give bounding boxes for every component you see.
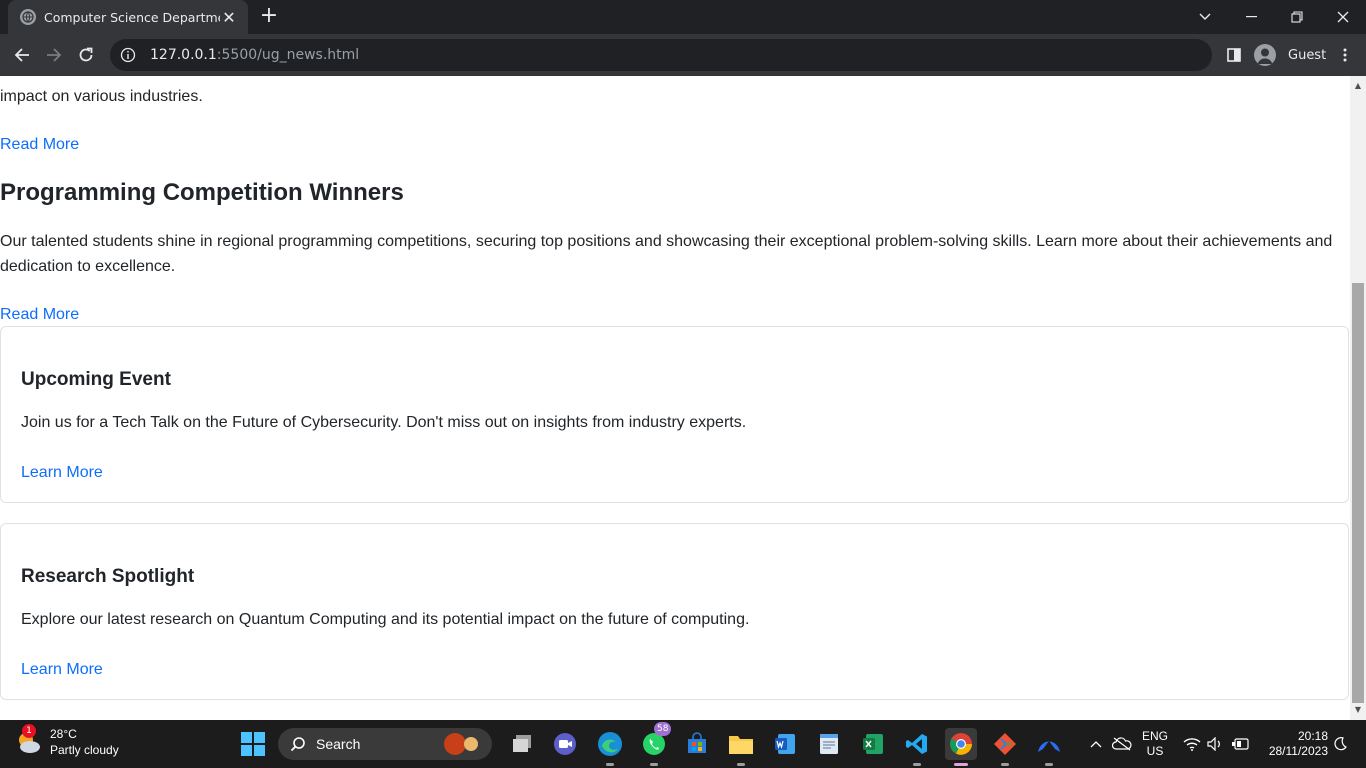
- microsoft-store-icon[interactable]: [681, 728, 713, 760]
- browser-tab[interactable]: Computer Science Department ✕: [8, 0, 248, 34]
- battery-icon[interactable]: [1228, 728, 1252, 760]
- card-title: Upcoming Event: [21, 369, 171, 390]
- search-label: Search: [316, 736, 361, 752]
- teams-chat-icon[interactable]: [549, 728, 581, 760]
- learn-more-link[interactable]: Learn More: [21, 464, 103, 482]
- search-highlight-icon: [464, 737, 478, 751]
- notepad-icon[interactable]: [813, 728, 845, 760]
- search-icon: [290, 737, 305, 752]
- event-card: Upcoming Event Join us for a Tech Talk o…: [0, 326, 1349, 503]
- reload-icon[interactable]: [72, 41, 100, 69]
- excel-icon[interactable]: [857, 728, 889, 760]
- onedrive-offline-icon[interactable]: [1110, 728, 1134, 760]
- scroll-down-icon[interactable]: ▼: [1350, 702, 1366, 718]
- notification-badge: 1: [22, 724, 36, 738]
- weather-temp: 28°C: [50, 727, 77, 741]
- running-indicator: [913, 763, 921, 766]
- read-more-link[interactable]: Read More: [0, 136, 79, 154]
- edge-browser-icon[interactable]: [594, 728, 626, 766]
- research-card: Research Spotlight Explore our latest re…: [0, 523, 1349, 700]
- chrome-icon[interactable]: [945, 728, 977, 766]
- card-text: Join us for a Tech Talk on the Future of…: [21, 414, 747, 431]
- search-highlight-icon: [444, 733, 466, 755]
- notification-badge: 58: [654, 722, 672, 736]
- language-region: US: [1146, 744, 1164, 758]
- avatar: [1254, 44, 1276, 66]
- forward-arrow-icon[interactable]: [40, 41, 68, 69]
- clipped-text-line: [0, 76, 1350, 80]
- menu-kebab-icon[interactable]: [1331, 41, 1359, 69]
- taskbar-search[interactable]: Search: [278, 728, 492, 760]
- clock[interactable]: 20:18 28/11/2023: [1258, 729, 1328, 759]
- minimize-icon[interactable]: [1228, 0, 1274, 34]
- running-indicator: [954, 763, 968, 766]
- running-indicator: [1045, 763, 1053, 766]
- back-arrow-icon[interactable]: [8, 41, 36, 69]
- task-view-icon[interactable]: [506, 728, 538, 760]
- news-paragraph-end: impact on various industries.: [0, 88, 203, 105]
- news-heading: Programming Competition Winners: [0, 179, 404, 206]
- browser-tab-bar: Computer Science Department ✕ +: [0, 0, 1366, 34]
- windows-taskbar: 1 28°C Partly cloudy Search 58 ENG US 20…: [0, 720, 1366, 768]
- clock-time: 20:18: [1297, 729, 1328, 743]
- profile-name: Guest: [1288, 47, 1327, 63]
- page-viewport: impact on various industries. Read More …: [0, 76, 1350, 720]
- learn-more-link[interactable]: Learn More: [21, 661, 103, 679]
- vpn-app-icon[interactable]: [1033, 728, 1065, 766]
- vscode-icon[interactable]: [901, 728, 933, 766]
- url-path: :5500/ug_news.html: [216, 47, 360, 63]
- running-indicator: [737, 763, 745, 766]
- address-bar[interactable]: 127.0.0.1:5500/ug_news.html: [110, 39, 1212, 71]
- page-scrollbar[interactable]: ▲ ▼: [1350, 76, 1366, 720]
- running-indicator: [1001, 763, 1009, 766]
- card-text: Explore our latest research on Quantum C…: [21, 611, 750, 628]
- volume-icon[interactable]: [1204, 728, 1226, 760]
- profile-button[interactable]: Guest: [1254, 41, 1326, 69]
- windows-start-icon[interactable]: [237, 728, 269, 760]
- card-title: Research Spotlight: [21, 566, 195, 587]
- running-indicator: [606, 763, 614, 766]
- read-more-link[interactable]: Read More: [0, 306, 79, 324]
- chevron-up-icon[interactable]: [1086, 728, 1106, 760]
- weather-widget[interactable]: 1 28°C Partly cloudy: [14, 724, 119, 758]
- clock-date: 28/11/2023: [1268, 744, 1328, 758]
- site-info-icon[interactable]: [120, 47, 136, 63]
- notifications-moon-icon[interactable]: [1330, 728, 1350, 760]
- wifi-icon[interactable]: [1180, 728, 1204, 760]
- language-code: ENG: [1141, 729, 1168, 743]
- close-window-icon[interactable]: [1320, 0, 1366, 34]
- news-text: Our talented students shine in regional …: [0, 233, 1333, 250]
- weather-desc: Partly cloudy: [50, 743, 119, 757]
- scroll-thumb[interactable]: [1352, 283, 1364, 703]
- url-host: 127.0.0.1: [150, 47, 217, 63]
- tab-title: Computer Science Department: [44, 9, 220, 25]
- git-gui-icon[interactable]: [989, 728, 1021, 766]
- partly-cloudy-icon: 1: [14, 724, 42, 756]
- news-text-continued: dedication to excellence.: [0, 258, 176, 275]
- new-tab-button[interactable]: +: [258, 5, 280, 28]
- scroll-up-icon[interactable]: ▲: [1350, 78, 1366, 94]
- input-language[interactable]: ENG US: [1138, 729, 1172, 759]
- close-tab-icon[interactable]: ✕: [220, 8, 238, 27]
- running-indicator: [650, 763, 658, 766]
- tab-search-icon[interactable]: [1182, 0, 1228, 34]
- word-icon[interactable]: [769, 728, 801, 760]
- side-panel-icon[interactable]: [1220, 41, 1248, 69]
- whatsapp-icon[interactable]: 58: [638, 722, 672, 766]
- file-explorer-icon[interactable]: [725, 728, 757, 766]
- globe-icon: [20, 9, 36, 25]
- restore-icon[interactable]: [1274, 0, 1320, 34]
